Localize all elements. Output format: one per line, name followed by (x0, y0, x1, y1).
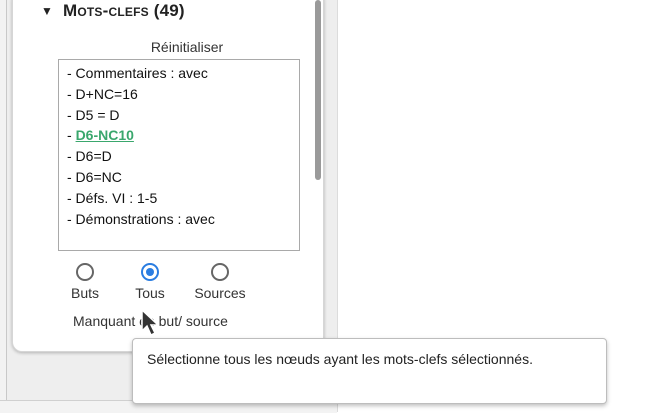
tooltip: Sélectionne tous les nœuds ayant les mot… (132, 338, 607, 404)
list-item[interactable]: - Défs. VI : 1-5 (67, 188, 299, 209)
scope-radio-group: Buts Tous Sources (71, 261, 285, 305)
radio-label: Tous (135, 285, 165, 301)
radio-selected-icon[interactable] (141, 263, 159, 281)
keywords-listbox[interactable]: - Commentaires : avec - D+NC=16 - D5 = D… (58, 59, 300, 251)
list-item[interactable]: - Démonstrations : avec (67, 209, 299, 230)
keywords-title: Mots-clefs (49) (63, 1, 185, 20)
list-item-selected[interactable]: - D6-NC10 (67, 125, 299, 146)
list-item[interactable]: - D+NC=16 (67, 84, 299, 105)
reset-button[interactable]: Réinitialiser (119, 39, 255, 55)
list-item[interactable]: - D6=NC (67, 167, 299, 188)
radio-label: Buts (70, 285, 99, 301)
radio-buts[interactable]: Buts (50, 261, 120, 301)
triangle-down-icon[interactable]: ▼ (41, 4, 55, 18)
keywords-panel: ▼ Mots-clefs (49) Réinitialiser - Commen… (12, 0, 324, 352)
vertical-scrollbar[interactable] (315, 0, 321, 180)
keywords-header[interactable]: ▼ Mots-clefs (49) (41, 1, 185, 21)
window-edge (0, 0, 7, 412)
list-item[interactable]: - D6=D (67, 146, 299, 167)
radio-circle-icon[interactable] (211, 263, 229, 281)
radio-label: Sources (194, 285, 246, 301)
radio-circle-icon[interactable] (76, 263, 94, 281)
selected-keyword[interactable]: D6-NC10 (76, 127, 134, 143)
radio-tous[interactable]: Tous (115, 261, 185, 301)
list-item-prefix: - (67, 127, 76, 144)
radio-sources[interactable]: Sources (185, 261, 255, 301)
list-item[interactable]: - Commentaires : avec (67, 63, 299, 84)
mouse-cursor-icon (141, 309, 160, 337)
list-item[interactable]: - D5 = D (67, 105, 299, 126)
